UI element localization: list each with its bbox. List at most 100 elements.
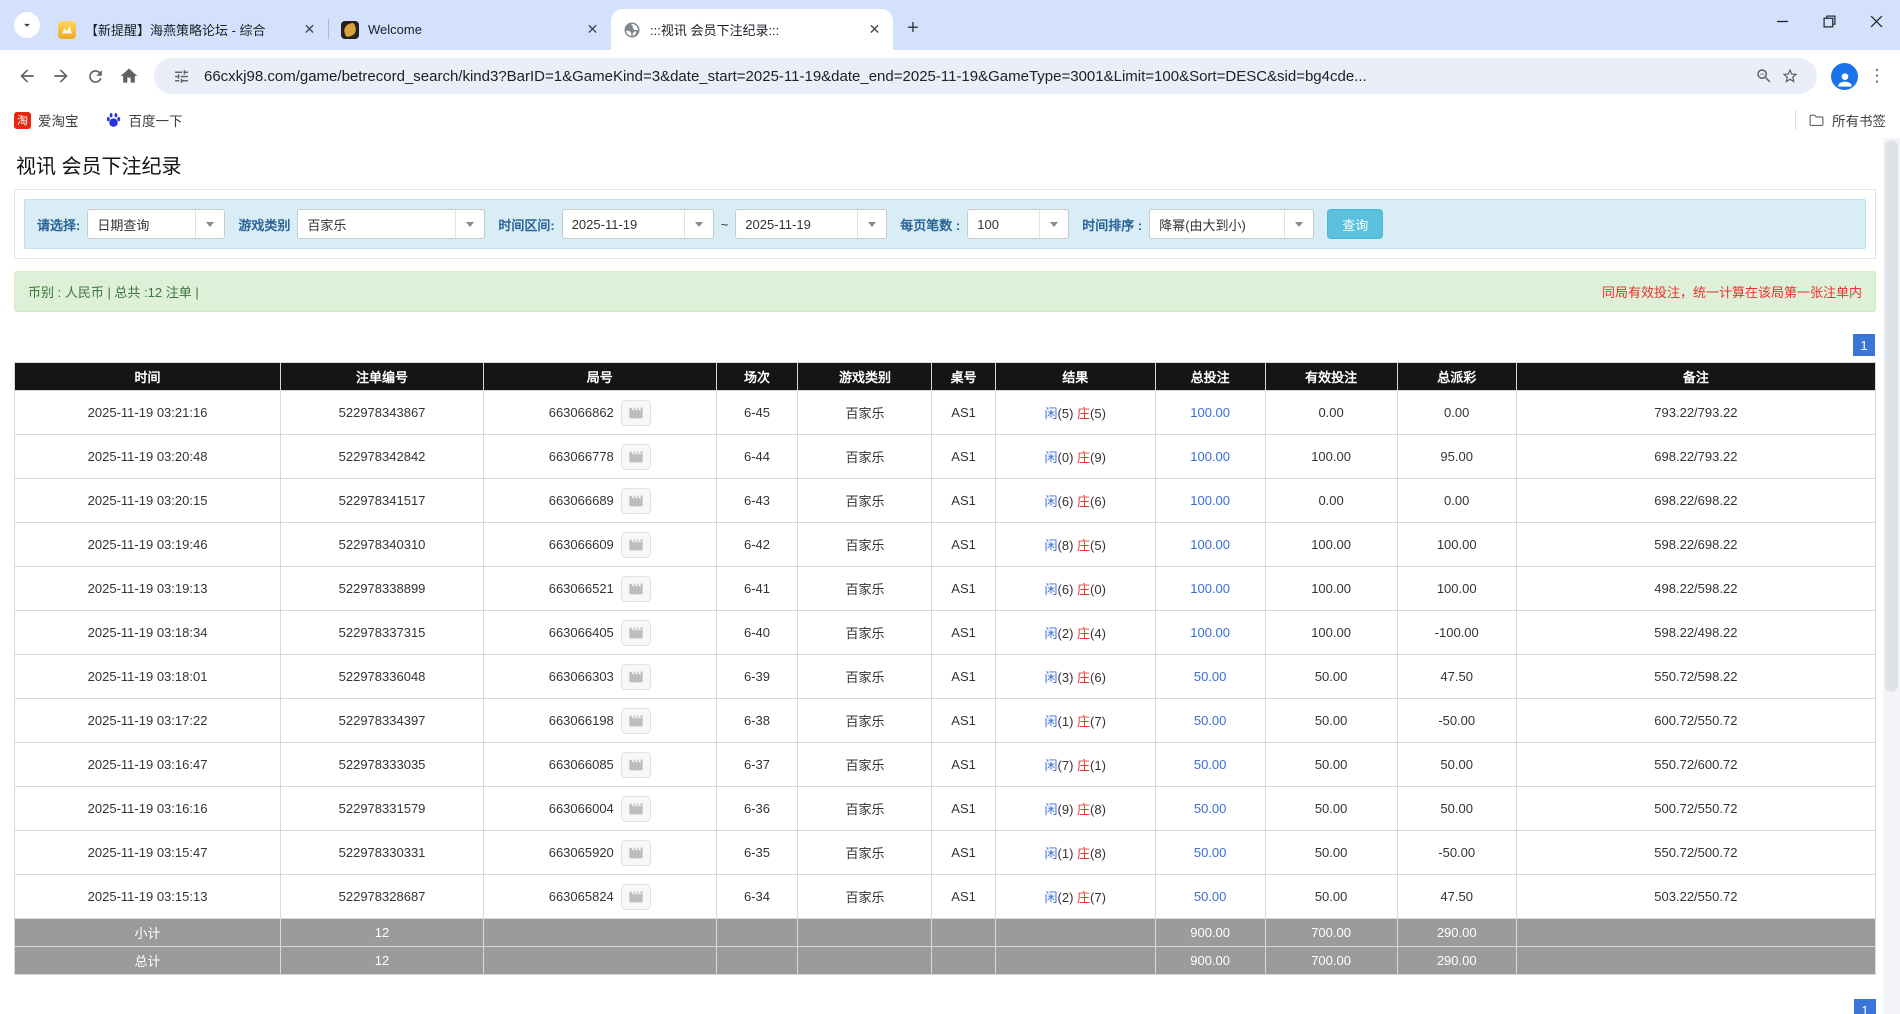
video-replay-button[interactable] bbox=[621, 576, 651, 602]
tab-betrecord[interactable]: :::视讯 会员下注纪录::: ✕ bbox=[611, 9, 893, 50]
welcome-favicon-icon bbox=[341, 21, 359, 39]
subtotal-cell: 900.00 bbox=[1155, 919, 1265, 947]
chevron-down-icon bbox=[1284, 210, 1313, 238]
cell-total-bet[interactable]: 50.00 bbox=[1155, 743, 1265, 787]
scrollbar[interactable] bbox=[1883, 138, 1900, 1014]
column-header: 有效投注 bbox=[1265, 363, 1397, 391]
game-category-select[interactable]: 百家乐 bbox=[297, 209, 485, 239]
total-cell: 总计 bbox=[15, 947, 281, 975]
zoom-out-icon[interactable] bbox=[1751, 63, 1777, 89]
page-button[interactable]: 1 bbox=[1854, 999, 1876, 1014]
column-header: 局号 bbox=[483, 363, 716, 391]
chevron-down-icon bbox=[1039, 210, 1068, 238]
tab-strip: 【新提醒】海燕策略论坛 - 综合 ✕ Welcome ✕ :::视讯 会员下注纪… bbox=[0, 0, 1900, 50]
cell-total-bet[interactable]: 100.00 bbox=[1155, 567, 1265, 611]
cell-round-number: 663066303 bbox=[483, 655, 716, 699]
cell-total-bet[interactable]: 50.00 bbox=[1155, 875, 1265, 919]
cell-total-bet[interactable]: 100.00 bbox=[1155, 391, 1265, 435]
cell-note: 550.72/500.72 bbox=[1516, 831, 1875, 875]
date-start-select[interactable]: 2025-11-19 bbox=[562, 209, 714, 239]
bookmark-star-icon[interactable] bbox=[1777, 63, 1803, 89]
cell-round-number: 663066405 bbox=[483, 611, 716, 655]
round-number: 663066689 bbox=[549, 493, 614, 508]
cell-result: 闲(6) 庄(0) bbox=[995, 567, 1155, 611]
profile-avatar[interactable] bbox=[1831, 63, 1858, 90]
result-banker: 庄 bbox=[1077, 890, 1090, 905]
minimize-button[interactable] bbox=[1759, 0, 1806, 42]
scrollbar-thumb[interactable] bbox=[1885, 140, 1898, 692]
round-number: 663066609 bbox=[549, 537, 614, 552]
cell-total-bet[interactable]: 100.00 bbox=[1155, 479, 1265, 523]
video-replay-button[interactable] bbox=[621, 532, 651, 558]
site-settings-icon[interactable] bbox=[168, 63, 194, 89]
cell-total-bet[interactable]: 100.00 bbox=[1155, 435, 1265, 479]
cell-table-number: AS1 bbox=[932, 743, 995, 787]
chevron-down-icon[interactable] bbox=[14, 12, 40, 38]
cell-game-category: 百家乐 bbox=[798, 523, 932, 567]
result-player: 闲 bbox=[1045, 450, 1058, 465]
cell-total-bet[interactable]: 50.00 bbox=[1155, 699, 1265, 743]
chevron-down-icon bbox=[684, 210, 713, 238]
column-header: 场次 bbox=[716, 363, 798, 391]
cell-bet-number: 522978343867 bbox=[281, 391, 484, 435]
forward-icon[interactable] bbox=[44, 59, 78, 93]
video-replay-button[interactable] bbox=[621, 444, 651, 470]
bookmark-taobao[interactable]: 淘 爱淘宝 bbox=[14, 110, 79, 130]
close-icon[interactable]: ✕ bbox=[301, 21, 318, 38]
video-replay-button[interactable] bbox=[621, 664, 651, 690]
cell-valid-bet: 50.00 bbox=[1265, 875, 1397, 919]
cell-result: 闲(6) 庄(6) bbox=[995, 479, 1155, 523]
cell-valid-bet: 50.00 bbox=[1265, 831, 1397, 875]
round-number: 663066198 bbox=[549, 713, 614, 728]
video-replay-button[interactable] bbox=[621, 620, 651, 646]
home-icon[interactable] bbox=[112, 59, 146, 93]
sort-order-select[interactable]: 降幂(由大到小) bbox=[1149, 209, 1314, 239]
bookmark-baidu[interactable]: 百度一下 bbox=[105, 110, 183, 130]
new-tab-button[interactable]: + bbox=[899, 14, 927, 42]
video-replay-button[interactable] bbox=[621, 708, 651, 734]
per-page-select[interactable]: 100 bbox=[967, 209, 1069, 239]
video-replay-button[interactable] bbox=[621, 752, 651, 778]
video-replay-button[interactable] bbox=[621, 400, 651, 426]
tab-forum[interactable]: 【新提醒】海燕策略论坛 - 综合 ✕ bbox=[46, 9, 328, 50]
cell-result: 闲(1) 庄(8) bbox=[995, 831, 1155, 875]
url-text[interactable]: 66cxkj98.com/game/betrecord_search/kind3… bbox=[204, 68, 1751, 85]
close-window-button[interactable] bbox=[1853, 0, 1900, 42]
cell-game-category: 百家乐 bbox=[798, 875, 932, 919]
browser-menu-icon[interactable]: ⋮ bbox=[1864, 63, 1890, 89]
video-replay-button[interactable] bbox=[621, 488, 651, 514]
close-icon[interactable]: ✕ bbox=[866, 21, 883, 38]
total-row: 总计12900.00700.00290.00 bbox=[15, 947, 1876, 975]
cell-total-bet[interactable]: 100.00 bbox=[1155, 611, 1265, 655]
search-button[interactable]: 查询 bbox=[1327, 209, 1383, 239]
cell-total-bet[interactable]: 50.00 bbox=[1155, 831, 1265, 875]
result-banker: 庄 bbox=[1077, 538, 1090, 553]
close-icon[interactable]: ✕ bbox=[584, 21, 601, 38]
cell-round-number: 663066689 bbox=[483, 479, 716, 523]
cell-total-bet[interactable]: 50.00 bbox=[1155, 787, 1265, 831]
column-header: 结果 bbox=[995, 363, 1155, 391]
cell-note: 600.72/550.72 bbox=[1516, 699, 1875, 743]
reload-icon[interactable] bbox=[78, 59, 112, 93]
back-icon[interactable] bbox=[10, 59, 44, 93]
query-type-select[interactable]: 日期查询 bbox=[87, 209, 225, 239]
round-number: 663066521 bbox=[549, 581, 614, 596]
result-player: 闲 bbox=[1045, 846, 1058, 861]
date-end-select[interactable]: 2025-11-19 bbox=[735, 209, 887, 239]
address-bar[interactable]: 66cxkj98.com/game/betrecord_search/kind3… bbox=[154, 58, 1817, 94]
video-replay-button[interactable] bbox=[621, 884, 651, 910]
all-bookmarks-button[interactable]: 所有书签 bbox=[1808, 110, 1886, 130]
tab-welcome[interactable]: Welcome ✕ bbox=[329, 9, 611, 50]
cell-total-bet[interactable]: 50.00 bbox=[1155, 655, 1265, 699]
query-type-label: 请选择: bbox=[37, 215, 80, 234]
restore-button[interactable] bbox=[1806, 0, 1853, 42]
cell-valid-bet: 0.00 bbox=[1265, 479, 1397, 523]
bookmark-label: 爱淘宝 bbox=[38, 110, 79, 130]
page-button[interactable]: 1 bbox=[1853, 334, 1875, 356]
cell-time: 2025-11-19 03:17:22 bbox=[15, 699, 281, 743]
video-replay-button[interactable] bbox=[621, 796, 651, 822]
video-replay-button[interactable] bbox=[621, 840, 651, 866]
cell-game-category: 百家乐 bbox=[798, 391, 932, 435]
cell-game-category: 百家乐 bbox=[798, 611, 932, 655]
cell-total-bet[interactable]: 100.00 bbox=[1155, 523, 1265, 567]
